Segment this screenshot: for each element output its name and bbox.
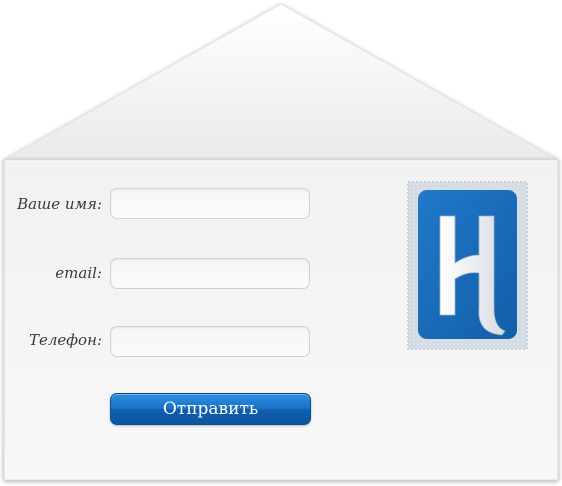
name-input[interactable]: [110, 188, 310, 219]
envelope-contact-form: Ваше имя: email: Телефон: Отправить: [0, 0, 562, 486]
postage-stamp: [407, 181, 528, 350]
phone-input[interactable]: [110, 326, 310, 357]
email-input[interactable]: [110, 258, 310, 289]
email-label: email:: [55, 264, 102, 282]
phone-label: Телефон:: [28, 331, 102, 349]
envelope-flap: [2, 3, 560, 161]
name-label: Ваше имя:: [17, 195, 102, 213]
submit-button[interactable]: Отправить: [110, 393, 311, 425]
